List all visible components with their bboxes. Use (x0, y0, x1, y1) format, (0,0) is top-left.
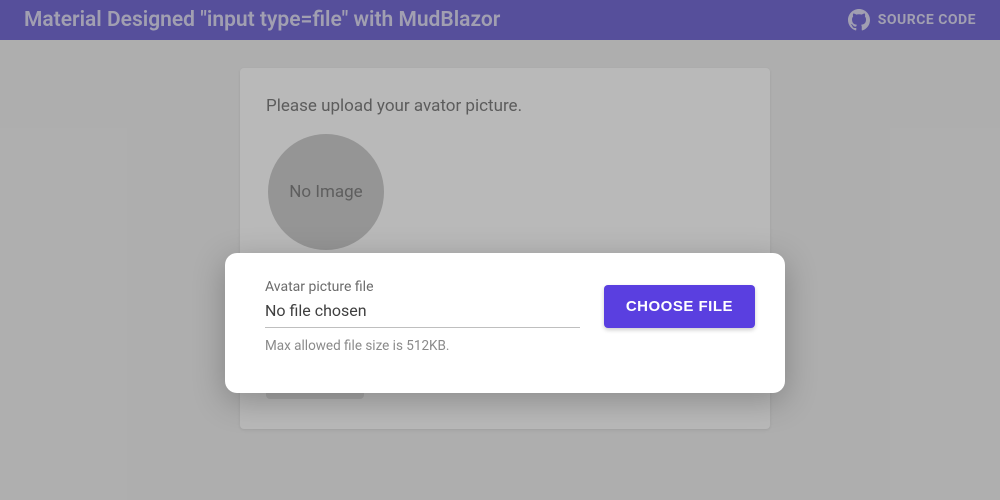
file-chooser-dialog: Avatar picture file No file chosen CHOOS… (225, 253, 785, 393)
dialog-file-field-value[interactable]: No file chosen (265, 301, 580, 328)
source-code-link[interactable]: SOURCE CODE (848, 9, 976, 31)
avatar-placeholder: No Image (268, 134, 384, 250)
dialog-choose-file-button[interactable]: CHOOSE FILE (604, 285, 755, 328)
app-header: Material Designed "input type=file" with… (0, 0, 1000, 40)
avatar-placeholder-text: No Image (289, 182, 362, 202)
dialog-file-input-row: Avatar picture file No file chosen CHOOS… (265, 279, 755, 328)
header-title: Material Designed "input type=file" with… (24, 8, 500, 32)
card-instruction: Please upload your avator picture. (266, 96, 744, 116)
github-icon (848, 9, 870, 31)
dialog-file-field-label: Avatar picture file (265, 279, 580, 295)
dialog-file-size-hint: Max allowed file size is 512KB. (265, 338, 755, 354)
source-code-label: SOURCE CODE (878, 12, 976, 28)
